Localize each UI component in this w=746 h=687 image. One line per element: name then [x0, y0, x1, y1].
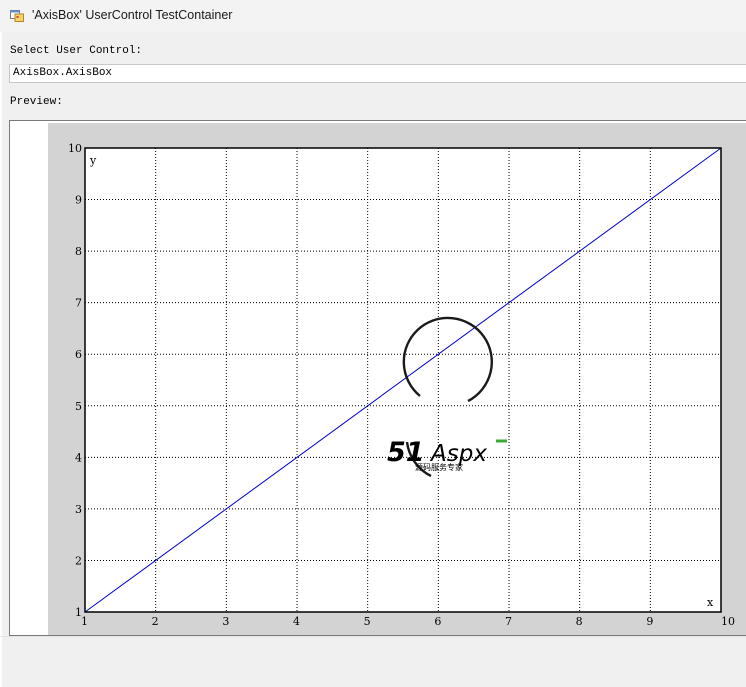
y-tick-label: 10: [68, 142, 82, 155]
x-tick-label: 4: [293, 615, 300, 628]
preview-panel: 1 2 3 4 5 6 7 8 9 10 1 2 3 4 5 6 7 8 9 10 x y 51 Aspx 源码服务专…: [9, 120, 746, 636]
x-tick-label: 6: [434, 615, 441, 628]
bottom-separator: [0, 636, 746, 637]
y-axis-label: y: [89, 154, 97, 167]
window-frame: [0, 32, 2, 687]
x-axis-label: x: [707, 596, 714, 609]
y-tick-label: 4: [75, 451, 82, 464]
x-tick-label: 8: [576, 615, 583, 628]
y-tick-label: 7: [75, 297, 82, 310]
x-tick-label: 2: [152, 615, 159, 628]
combobox-value: AxisBox.AxisBox: [13, 67, 113, 79]
y-tick-label: 6: [75, 348, 82, 361]
preview-label: Preview:: [10, 96, 63, 108]
x-tick-label: 9: [646, 615, 653, 628]
window-title: 'AxisBox' UserControl TestContainer: [32, 8, 233, 22]
x-tick-label: 3: [222, 615, 229, 628]
y-tick-label: 3: [75, 503, 82, 516]
svg-text:源码服务专家: 源码服务专家: [415, 462, 463, 472]
x-tick-label: 7: [505, 615, 512, 628]
y-tick-label: 5: [75, 400, 82, 413]
x-tick-label: 5: [364, 615, 371, 628]
y-tick-label: 8: [75, 245, 82, 258]
form-icon: [10, 10, 24, 22]
axis-chart: 1 2 3 4 5 6 7 8 9 1012345678910 x y 51 Aspx 源码服务专…: [68, 142, 735, 628]
user-control-combobox[interactable]: AxisBox.AxisBox: [9, 64, 746, 83]
select-user-control-label: Select User Control:: [10, 45, 143, 57]
y-tick-label: 1: [75, 606, 82, 619]
y-tick-label: 2: [75, 554, 82, 567]
axis-box-control: 1 2 3 4 5 6 7 8 9 10 1 2 3 4 5 6 7 8 9 10 x y 51 Aspx 源码服务专…: [48, 123, 746, 635]
y-tick-label: 9: [75, 194, 82, 207]
title-bar: 'AxisBox' UserControl TestContainer: [0, 0, 746, 32]
x-tick-label: 1: [81, 615, 88, 628]
x-tick-label: 10: [721, 615, 735, 628]
